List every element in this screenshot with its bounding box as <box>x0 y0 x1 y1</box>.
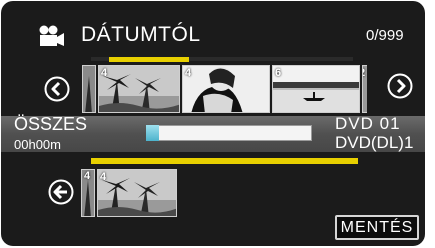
thumbnail-index: 4 <box>84 170 91 182</box>
thumbnail-strip-selected: 4 4 <box>81 169 181 217</box>
next-page-button[interactable] <box>387 73 413 99</box>
thumbnail[interactable]: 4 <box>98 65 180 113</box>
chevron-left-icon <box>51 81 61 97</box>
disc-dl-count-label: DVD(DL)1 <box>335 133 414 152</box>
thumbnail-index: 2 <box>363 67 365 79</box>
all-label: ÖSSZES <box>14 114 88 134</box>
thumbnail-index: 4 <box>100 171 107 183</box>
capacity-bar <box>146 125 312 141</box>
thumbnail-index: 6 <box>275 67 282 79</box>
thumbnail[interactable]: 4 <box>182 65 270 113</box>
back-button[interactable] <box>48 179 74 205</box>
arrow-left-icon <box>53 184 67 200</box>
video-camera-icon <box>39 25 64 46</box>
disc-count-label: DVD 01 <box>335 114 401 133</box>
chevron-right-icon <box>396 78 406 94</box>
thumbnail-index: 4 <box>101 67 108 79</box>
scene-counter: 0/999 <box>366 27 404 44</box>
duration-label: 00h00m <box>14 137 61 152</box>
thumbnail-index: 4 <box>185 67 192 79</box>
thumbnail[interactable]: 4 <box>97 169 177 217</box>
thumbnail-strip-top: 4 4 6 2 <box>82 65 367 113</box>
selection-divider <box>91 158 358 164</box>
save-button[interactable]: MENTÉS <box>335 215 419 240</box>
screen: DÁTUMTÓL 0/999 4 4 6 ÖSSZES 00h00m DVD 0… <box>1 1 425 246</box>
prev-page-button[interactable] <box>44 76 70 102</box>
strip-scroll-thumb[interactable] <box>109 57 189 62</box>
thumbnail-partial[interactable] <box>82 65 96 113</box>
page-title: DÁTUMTÓL <box>81 23 201 46</box>
thumbnail[interactable]: 6 <box>272 65 360 113</box>
thumbnail-partial[interactable]: 2 <box>362 65 367 113</box>
capacity-fill <box>146 125 159 141</box>
